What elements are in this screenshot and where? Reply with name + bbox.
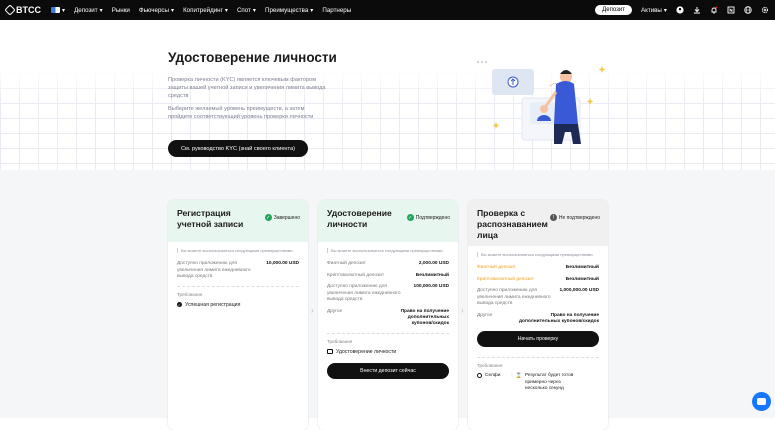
- deposit-now-button[interactable]: Внести депозит сейчас: [327, 362, 449, 379]
- kyc-card-identity: Удостоверение личности ✓ Подтверждено Вы …: [318, 200, 458, 430]
- id-card-icon: [327, 349, 333, 355]
- assets-menu[interactable]: Активы ▾: [641, 7, 667, 14]
- check-circle-icon: ✓: [406, 214, 414, 221]
- brand-name: BTCC: [16, 5, 41, 15]
- region-flag-icon[interactable]: ▾: [51, 7, 65, 14]
- hero-instruction: Выберите желаемый уровень преимуществ, а…: [168, 106, 314, 121]
- requirements-label: Требования: [177, 291, 203, 297]
- requirement-list: Селфи | ⌛ Результат будет готов примерно…: [477, 373, 599, 392]
- deposit-button[interactable]: Депозит: [595, 5, 632, 15]
- hourglass-icon: ⌛: [515, 373, 522, 380]
- benefit-row: Криптовалютный депозит Безлимитный: [477, 276, 599, 282]
- kyc-levels-section: Регистрация учетной записи ✓ Завершено Вы…: [0, 170, 775, 430]
- benefit-row: Доступно приложению для увеличения лимит…: [477, 288, 599, 307]
- kyc-card-registration: Регистрация учетной записи ✓ Завершено Вы…: [168, 200, 308, 430]
- top-navbar: BTCC ▾ Депозит ▾ Рынки Фьючерсы ▾ Копитрей…: [0, 0, 775, 20]
- requirements-label: Требования: [477, 363, 503, 369]
- nav-item-benefits[interactable]: Преимущества ▾: [265, 7, 313, 14]
- benefit-row: Доступно приложению для увеличения лимит…: [177, 261, 299, 280]
- brand-logo[interactable]: BTCC: [4, 4, 41, 16]
- chat-icon: [757, 398, 766, 405]
- hero-section: Удостоверение личности Проверка личности…: [0, 20, 775, 170]
- benefit-row: Фиатный депозит 2,000.00 USD: [327, 261, 449, 267]
- kyc-illustration: [470, 58, 610, 148]
- settings-icon[interactable]: [761, 6, 769, 14]
- nav-item-futures[interactable]: Фьючерсы ▾: [139, 7, 174, 14]
- check-circle-icon: ✓: [264, 214, 272, 221]
- nav-item-markets[interactable]: Рынки: [112, 7, 130, 14]
- selfie-icon: [477, 373, 482, 379]
- benefit-row: Другое Право на получение дополнительных …: [477, 312, 599, 324]
- nav-item-partners[interactable]: Партнеры: [322, 7, 351, 14]
- benefit-row: Криптовалютный депозит Безлимитный: [327, 272, 449, 278]
- card-header: Проверка с распознаванием лица ! Не подтв…: [468, 200, 608, 246]
- benefits-note: Вы можете воспользоваться следующими пре…: [477, 252, 599, 258]
- status-badge: ✓ Подтверждено: [406, 214, 450, 221]
- user-icon[interactable]: [676, 6, 684, 14]
- support-chat-button[interactable]: [752, 392, 771, 411]
- globe-icon[interactable]: [744, 6, 752, 14]
- benefit-row: Другое Право на получение дополнительных …: [327, 308, 449, 327]
- nav-item-copytrading[interactable]: Копитрейдинг ▾: [183, 7, 228, 14]
- notes-icon[interactable]: [727, 6, 735, 14]
- logo-mark-icon: [4, 4, 16, 16]
- nav-item-deposit[interactable]: Депозит ▾: [74, 7, 103, 14]
- page-title: Удостоверение личности: [168, 50, 337, 65]
- card-title: Удостоверение личности: [327, 208, 392, 230]
- status-badge: ! Не подтверждено: [549, 214, 600, 221]
- card-title: Проверка с распознаванием лица: [477, 208, 548, 241]
- benefit-row: Фиатный депозит Безлимитный: [477, 265, 599, 271]
- hero-description: Проверка личности (KYC) является ключевы…: [168, 77, 326, 100]
- clock-circle-icon: !: [549, 214, 557, 221]
- benefit-row: Доступно приложению для увеличения лимит…: [327, 284, 449, 303]
- download-icon[interactable]: [693, 6, 701, 14]
- chevron-right-icon: ›: [311, 306, 314, 315]
- card-header: Регистрация учетной записи ✓ Завершено: [168, 200, 308, 242]
- requirement-item: ✓ Успешная регистрация: [177, 301, 241, 308]
- card-title: Регистрация учетной записи: [177, 208, 244, 230]
- kyc-card-face-verification: Проверка с распознаванием лица ! Не подтв…: [468, 200, 608, 430]
- check-dot-icon: ✓: [177, 302, 182, 308]
- card-header: Удостоверение личности ✓ Подтверждено: [318, 200, 458, 242]
- nav-item-spot[interactable]: Спот ▾: [237, 7, 256, 14]
- kyc-guide-button[interactable]: См. руководство KYC (знай своего клиента…: [168, 140, 308, 157]
- start-verification-button[interactable]: Начать проверку: [477, 331, 599, 348]
- chevron-right-icon: ›: [461, 306, 464, 315]
- bell-icon[interactable]: [710, 6, 718, 14]
- benefits-note: Вы можете воспользоваться следующими пре…: [327, 248, 449, 254]
- requirement-item: Удостоверение личности: [327, 349, 449, 355]
- requirements-label: Требования: [327, 338, 353, 344]
- status-badge: ✓ Завершено: [264, 214, 300, 221]
- benefits-note: Вы можете воспользоваться следующими пре…: [177, 248, 299, 254]
